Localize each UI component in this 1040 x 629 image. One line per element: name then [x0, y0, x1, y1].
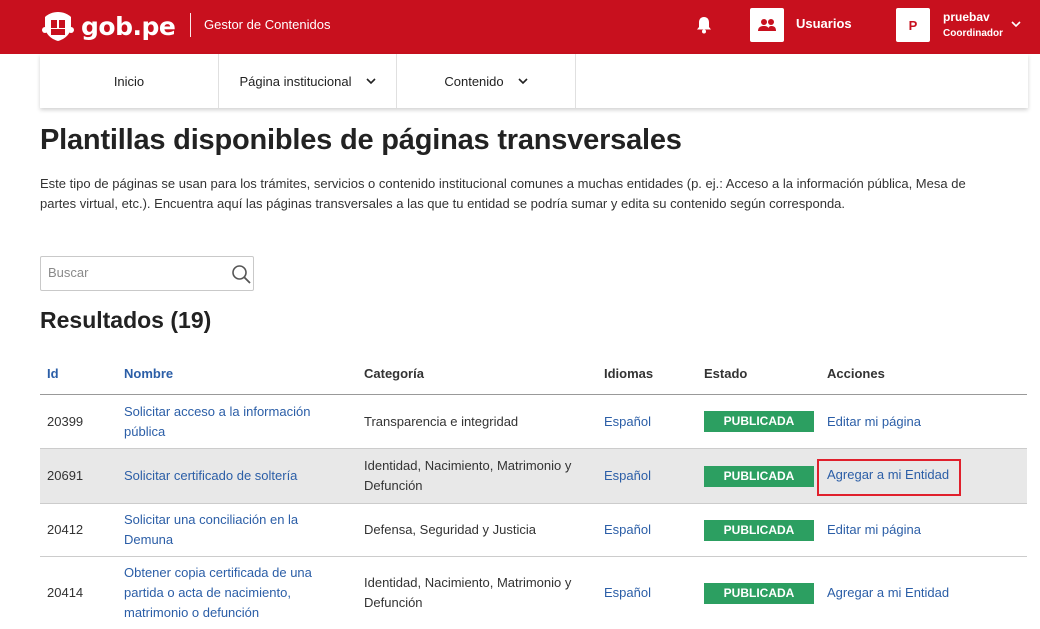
table-row: 20412 Solicitar una conciliación en la D… — [40, 504, 1027, 557]
row-language-link[interactable]: Español — [604, 414, 651, 429]
row-id: 20412 — [47, 522, 84, 537]
header-categoria: Categoría — [364, 365, 424, 381]
header-id[interactable]: Id — [40, 366, 124, 381]
header-estado: Estado — [704, 365, 748, 381]
status-badge: PUBLICADA — [704, 411, 814, 432]
row-id: 20691 — [47, 468, 84, 483]
nav-item-inicio[interactable]: Inicio — [40, 54, 219, 108]
row-category: Transparencia e integridad — [364, 413, 519, 429]
search-box — [40, 256, 254, 291]
search-input[interactable] — [48, 265, 218, 280]
chevron-down-icon[interactable] — [1011, 20, 1021, 28]
page-intro: Este tipo de páginas se usan para los tr… — [40, 176, 966, 211]
user-role: Coordinador — [943, 28, 1003, 39]
header-idiomas: Idiomas — [604, 365, 654, 381]
nav-item-label: Inicio — [113, 73, 145, 89]
header-divider — [190, 13, 191, 37]
app-title: Gestor de Contenidos — [204, 17, 331, 32]
main-nav: Inicio Página institucional Contenido — [40, 54, 1028, 108]
bell-icon[interactable] — [696, 16, 712, 34]
row-category: Identidad, Nacimiento, Matrimonio y Defu… — [364, 458, 572, 493]
status-badge: PUBLICADA — [704, 519, 814, 541]
results-title: Resultados (19) — [40, 307, 212, 333]
row-id: 20399 — [47, 413, 84, 429]
gob-pe-logo[interactable]: gob.pe — [41, 10, 176, 42]
row-language-link[interactable]: Español — [604, 585, 651, 600]
nav-item-pagina-institucional[interactable]: Página institucional — [219, 54, 397, 108]
users-icon — [758, 19, 776, 31]
highlight-box: Agregar a mi Entidad — [817, 458, 962, 496]
page-title: Plantillas disponibles de páginas transv… — [40, 124, 682, 156]
search-icon[interactable] — [231, 264, 251, 284]
nav-item-label: Contenido — [444, 73, 504, 89]
status-badge: PUBLICADA — [704, 582, 814, 604]
row-language-link[interactable]: Español — [604, 522, 651, 537]
row-name-link[interactable]: Solicitar acceso a la información públic… — [124, 402, 329, 442]
top-bar: gob.pe Gestor de Contenidos Usuarios P p… — [0, 0, 1040, 54]
nav-item-contenido[interactable]: Contenido — [397, 54, 576, 108]
row-name-link[interactable]: Solicitar una conciliación en la Demuna — [124, 510, 314, 550]
row-id: 20414 — [47, 585, 84, 600]
results-table: Id Nombre Categoría Idiomas Estado Accio… — [40, 352, 1027, 629]
row-category: Defensa, Seguridad y Justicia — [364, 522, 536, 537]
table-header: Id Nombre Categoría Idiomas Estado Accio… — [40, 352, 1027, 395]
user-name[interactable]: pruebav — [943, 10, 990, 24]
header-acciones: Acciones — [827, 365, 885, 381]
chevron-down-icon — [365, 77, 376, 84]
table-row: 20399 Solicitar acceso a la información … — [40, 395, 1027, 449]
add-to-entity-link[interactable]: Agregar a mi Entidad — [827, 467, 949, 482]
users-label[interactable]: Usuarios — [796, 16, 852, 31]
row-name-link[interactable]: Obtener copia certificada de una partida… — [124, 563, 324, 623]
table-row: 20414 Obtener copia certificada de una p… — [40, 557, 1027, 629]
coat-of-arms-icon — [42, 12, 74, 41]
row-language-link[interactable]: Español — [604, 468, 651, 483]
users-button[interactable] — [750, 8, 784, 42]
edit-page-link[interactable]: Editar mi página — [827, 522, 921, 537]
nav-item-label: Página institucional — [239, 73, 352, 89]
brand-name: gob.pe — [81, 11, 176, 41]
table-row: 20691 Solicitar certificado de soltería … — [40, 449, 1027, 504]
row-category: Identidad, Nacimiento, Matrimonio y Defu… — [364, 575, 572, 610]
row-name-link[interactable]: Solicitar certificado de soltería — [124, 468, 297, 483]
status-badge: PUBLICADA — [704, 465, 814, 487]
add-to-entity-link[interactable]: Agregar a mi Entidad — [827, 585, 949, 600]
user-avatar[interactable]: P — [896, 8, 930, 42]
chevron-down-icon — [518, 77, 528, 84]
header-nombre[interactable]: Nombre — [124, 366, 364, 381]
edit-page-link[interactable]: Editar mi página — [827, 414, 921, 429]
